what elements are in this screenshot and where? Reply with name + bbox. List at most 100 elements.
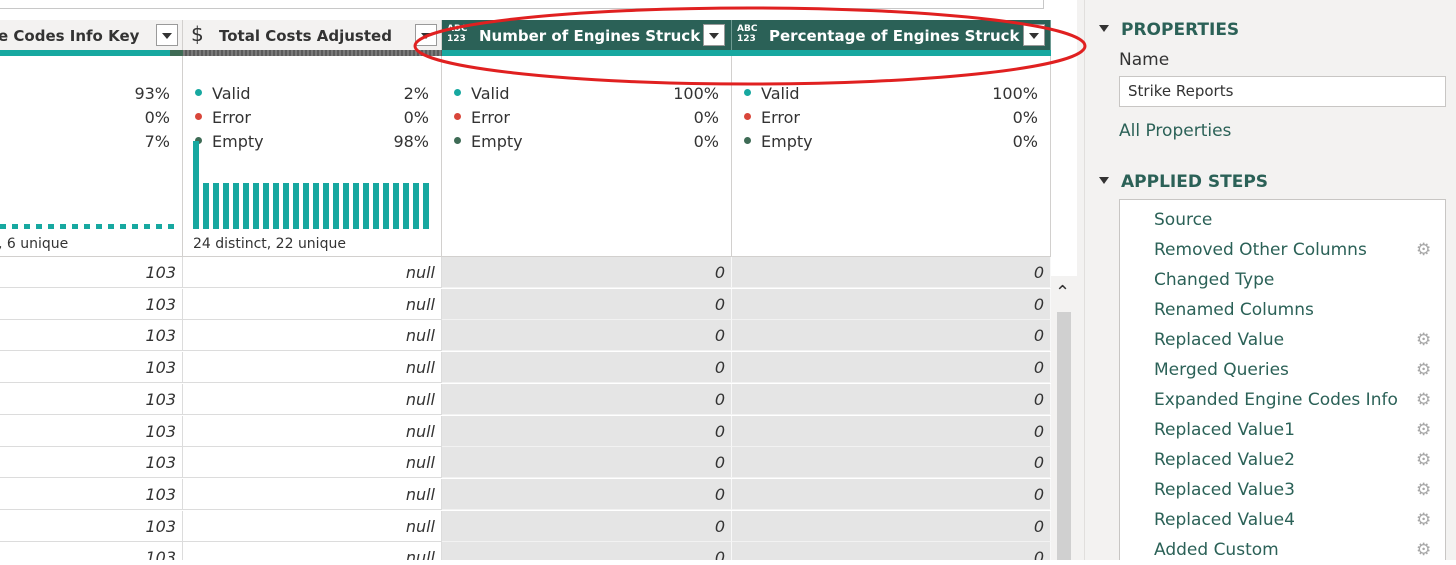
- table-cell[interactable]: 0: [442, 352, 732, 383]
- histogram-bar: [403, 183, 409, 229]
- table-cell[interactable]: null: [183, 511, 442, 542]
- histogram-bar: [203, 183, 209, 229]
- table-cell[interactable]: 0: [442, 447, 732, 478]
- table-cell[interactable]: 0: [442, 542, 732, 560]
- histogram-bar: [233, 183, 239, 229]
- column-total-costs-adjusted: $ Total Costs Adjusted Valid 2% Error 0% E…: [183, 20, 442, 560]
- table-cell[interactable]: 103: [0, 352, 183, 383]
- column-header[interactable]: e Codes Info Key: [0, 20, 183, 50]
- applied-step[interactable]: Replaced Value1: [1154, 415, 1295, 445]
- table-cell[interactable]: 0: [442, 416, 732, 447]
- gear-icon[interactable]: ⚙: [1416, 355, 1431, 385]
- table-cell[interactable]: 103: [0, 542, 183, 560]
- histogram-bar: [168, 224, 174, 229]
- table-cell[interactable]: 0: [442, 511, 732, 542]
- histogram-bar: [243, 183, 249, 229]
- empty-value: 0%: [1012, 132, 1038, 151]
- chevron-down-icon[interactable]: [156, 24, 178, 46]
- table-cell[interactable]: 103: [0, 384, 183, 415]
- table-cell[interactable]: 0: [732, 289, 1051, 320]
- table-cell[interactable]: 0: [442, 320, 732, 351]
- histogram-bar: [48, 224, 54, 229]
- empty-value: 7%: [144, 132, 170, 151]
- histogram-bar: [393, 183, 399, 229]
- applied-step[interactable]: Renamed Columns: [1154, 295, 1314, 325]
- table-cell[interactable]: null: [183, 320, 442, 351]
- table-cell[interactable]: null: [183, 542, 442, 560]
- table-cell[interactable]: 0: [732, 384, 1051, 415]
- table-cell[interactable]: 0: [732, 542, 1051, 560]
- vertical-scrollbar[interactable]: ⌃: [1051, 276, 1077, 560]
- all-properties-link[interactable]: All Properties: [1119, 121, 1231, 141]
- histogram-bar: [373, 183, 379, 229]
- table-cell[interactable]: 0: [732, 416, 1051, 447]
- table-cell[interactable]: 0: [732, 257, 1051, 288]
- error-label: Error: [471, 108, 510, 127]
- table-cell[interactable]: null: [183, 479, 442, 510]
- gear-icon[interactable]: ⚙: [1416, 415, 1431, 445]
- gear-icon[interactable]: ⚙: [1416, 385, 1431, 415]
- table-cell[interactable]: 0: [732, 352, 1051, 383]
- applied-step[interactable]: Added Custom: [1154, 535, 1279, 565]
- table-cell[interactable]: 103: [0, 479, 183, 510]
- column-number-of-engines-struck: ABC 123 Number of Engines Struck Valid 100…: [442, 20, 732, 560]
- table-cell[interactable]: null: [183, 289, 442, 320]
- gear-icon[interactable]: ⚙: [1416, 475, 1431, 505]
- scrollbar-thumb[interactable]: [1057, 312, 1071, 560]
- distribution-histogram: [0, 223, 174, 229]
- gear-icon[interactable]: ⚙: [1416, 505, 1431, 535]
- name-label: Name: [1119, 50, 1170, 70]
- applied-step[interactable]: Source: [1154, 205, 1212, 235]
- table-cell[interactable]: 103: [0, 289, 183, 320]
- gear-icon[interactable]: ⚙: [1416, 325, 1431, 355]
- triangle-down-icon[interactable]: [1099, 24, 1109, 32]
- chevron-up-icon[interactable]: ⌃: [1055, 282, 1070, 303]
- table-cell[interactable]: 103: [0, 320, 183, 351]
- table-cell[interactable]: null: [183, 352, 442, 383]
- error-dot: [454, 113, 461, 120]
- table-cell[interactable]: 103: [0, 511, 183, 542]
- column-header[interactable]: $ Total Costs Adjusted: [183, 20, 442, 50]
- table-cell[interactable]: 0: [442, 384, 732, 415]
- histogram-bar: [156, 224, 162, 229]
- applied-step[interactable]: Replaced Value2: [1154, 445, 1295, 475]
- table-cell[interactable]: null: [183, 384, 442, 415]
- table-cell[interactable]: 0: [732, 447, 1051, 478]
- query-name-input[interactable]: Strike Reports: [1119, 76, 1446, 107]
- applied-step[interactable]: Replaced Value4: [1154, 505, 1295, 535]
- gear-icon[interactable]: ⚙: [1416, 535, 1431, 565]
- table-cell[interactable]: 0: [442, 479, 732, 510]
- applied-step[interactable]: Merged Queries: [1154, 355, 1289, 385]
- distribution-histogram: [193, 141, 431, 229]
- applied-step[interactable]: Replaced Value3: [1154, 475, 1295, 505]
- applied-steps-section-title[interactable]: APPLIED STEPS: [1099, 172, 1268, 192]
- table-cell[interactable]: 0: [442, 257, 732, 288]
- table-cell[interactable]: 103: [0, 416, 183, 447]
- applied-step[interactable]: Replaced Value: [1154, 325, 1284, 355]
- histogram-bar: [303, 183, 309, 229]
- valid-dot: [454, 89, 461, 96]
- gear-icon[interactable]: ⚙: [1416, 235, 1431, 265]
- table-cell[interactable]: 0: [732, 479, 1051, 510]
- table-cell[interactable]: 0: [442, 289, 732, 320]
- table-cell[interactable]: null: [183, 447, 442, 478]
- table-cell[interactable]: null: [183, 416, 442, 447]
- table-cell[interactable]: 103: [0, 257, 183, 288]
- applied-step[interactable]: Expanded Engine Codes Info: [1154, 385, 1398, 415]
- table-cell[interactable]: 103: [0, 447, 183, 478]
- gear-icon[interactable]: ⚙: [1416, 445, 1431, 475]
- properties-section-title[interactable]: PROPERTIES: [1099, 20, 1239, 40]
- error-value: 0%: [693, 108, 719, 127]
- table-cell[interactable]: 0: [732, 320, 1051, 351]
- table-cell[interactable]: 0: [732, 511, 1051, 542]
- applied-step[interactable]: Removed Other Columns: [1154, 235, 1367, 265]
- table-cell[interactable]: null: [183, 257, 442, 288]
- column-profile: 93% 0% 7% , 6 unique: [0, 56, 183, 257]
- empty-label: Empty: [471, 132, 523, 151]
- currency-type-icon[interactable]: $: [191, 22, 204, 46]
- column-profile: Valid 2% Error 0% Empty 98% 24 distinct, 22…: [183, 56, 442, 257]
- applied-step[interactable]: Changed Type: [1154, 265, 1274, 295]
- histogram-bar: [293, 183, 299, 229]
- column-header-label: Total Costs Adjusted: [219, 27, 392, 45]
- triangle-down-icon[interactable]: [1099, 176, 1109, 184]
